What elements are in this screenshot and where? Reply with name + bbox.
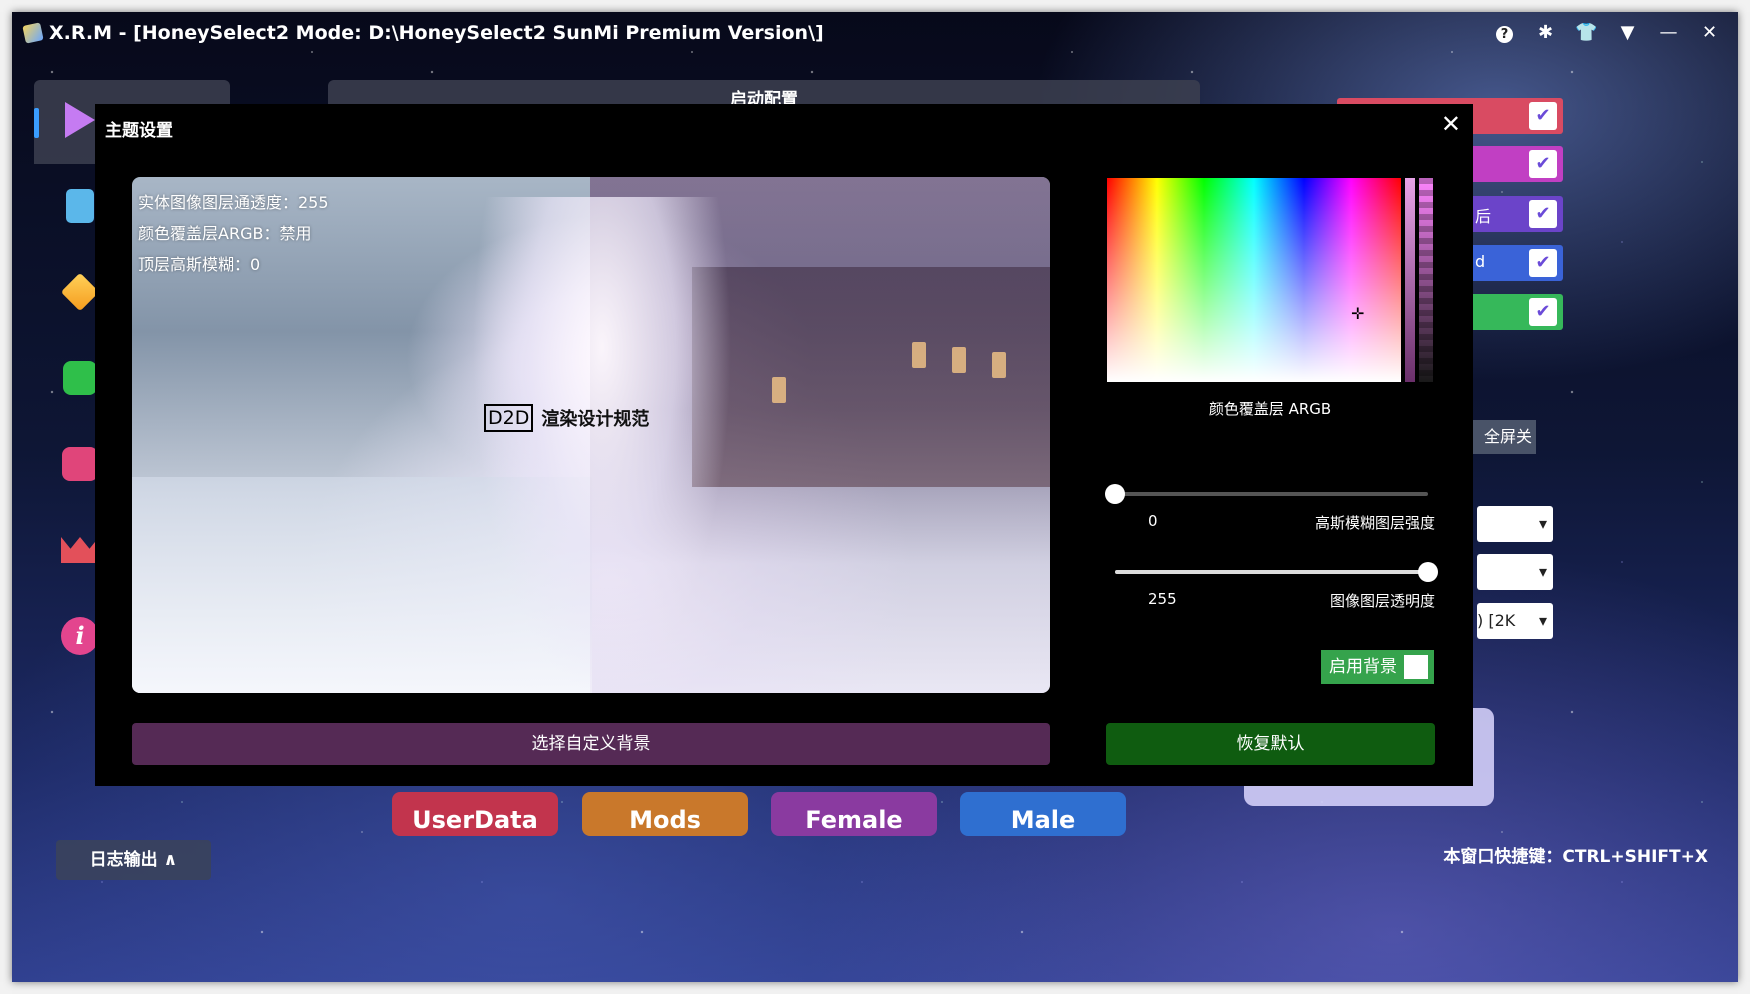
right-option-text: 后	[1475, 207, 1492, 226]
puzzle-icon	[63, 361, 97, 395]
game-cube-icon	[22, 22, 44, 44]
close-icon[interactable]: ✕	[1689, 12, 1730, 54]
log-output-button[interactable]: 日志输出 ∧	[56, 840, 211, 880]
window-title: X.R.M - [HoneySelect2 Mode: D:\HoneySele…	[49, 22, 824, 44]
slider-knob[interactable]	[1105, 484, 1125, 504]
check-icon[interactable]: ✔	[1529, 150, 1557, 178]
fullscreen-toggle[interactable]: 全屏关	[1470, 420, 1536, 454]
tab-userdata[interactable]: UserData	[392, 792, 558, 836]
restore-default-button[interactable]: 恢复默认	[1106, 723, 1435, 765]
window-controls: ? ✱ 👕 ▼ — ✕	[1484, 12, 1730, 54]
image-opacity-slider[interactable]	[1115, 562, 1438, 582]
dropdown-1[interactable]: ▾	[1477, 506, 1553, 542]
dropdown-arrow-icon[interactable]: ▼	[1607, 12, 1648, 54]
blur-value: 0	[1148, 512, 1158, 530]
shortcut-hint: 本窗口快捷键：CTRL+SHIFT+X	[1443, 847, 1708, 867]
fullscreen-label: 全屏关	[1483, 427, 1532, 446]
preview-line-argb: 颜色覆盖层ARGB：禁用	[138, 224, 312, 243]
toggle-switch[interactable]	[1404, 655, 1428, 679]
preview-line-blur: 顶层高斯模糊：0	[138, 255, 261, 274]
clipboard-icon	[66, 189, 94, 223]
preview-window-light	[772, 377, 786, 403]
package-cube-icon	[60, 272, 100, 312]
dropdown-arrow-icon: ▾	[1538, 514, 1547, 533]
background-preview: 实体图像图层通透度：255 颜色覆盖层ARGB：禁用 顶层高斯模糊：0 D2D …	[132, 177, 1050, 693]
tab-male-label: Male	[1010, 806, 1076, 834]
preview-window-light	[912, 342, 926, 368]
dropdown-resolution[interactable]: ) [2K ▾	[1477, 603, 1553, 639]
d2d-badge: D2D 渲染设计规范	[484, 404, 649, 432]
tab-female-label: Female	[805, 806, 903, 834]
alpha-slider-bar[interactable]	[1419, 178, 1433, 382]
opacity-label: 图像图层透明度	[1329, 592, 1435, 610]
preview-line-opacity: 实体图像图层通透度：255	[138, 193, 329, 212]
color-overlay-label: 颜色覆盖层 ARGB	[1208, 400, 1332, 418]
enable-background-toggle[interactable]: 启用背景	[1321, 650, 1434, 684]
tab-mods-label: Mods	[629, 806, 701, 834]
hue-alpha-bar[interactable]	[1405, 178, 1415, 382]
sidebar-active-marker	[34, 108, 39, 138]
color-spectrum-picker[interactable]: ✛	[1107, 178, 1401, 382]
help-glyph: ?	[1496, 26, 1513, 43]
check-icon[interactable]: ✔	[1529, 298, 1557, 326]
blur-label: 高斯模糊图层强度	[1314, 514, 1435, 532]
check-icon[interactable]: ✔	[1529, 249, 1557, 277]
dropdown-2[interactable]: ▾	[1477, 554, 1553, 590]
d2d-text: 渲染设计规范	[541, 409, 650, 430]
gaussian-blur-slider[interactable]	[1105, 484, 1428, 504]
play-icon	[65, 102, 95, 138]
select-custom-background-button[interactable]: 选择自定义背景	[132, 723, 1050, 765]
dialog-title: 主题设置	[105, 121, 173, 141]
main-window: X.R.M - [HoneySelect2 Mode: D:\HoneySele…	[12, 12, 1738, 982]
settings-gear-icon[interactable]: ✱	[1525, 12, 1566, 54]
check-icon[interactable]: ✔	[1529, 102, 1557, 130]
preview-window-light	[952, 347, 966, 373]
trend-chart-icon	[62, 447, 98, 481]
enable-background-label: 启用背景	[1329, 657, 1397, 677]
check-icon[interactable]: ✔	[1529, 200, 1557, 228]
minimize-icon[interactable]: —	[1648, 12, 1689, 54]
dropdown-arrow-icon: ▾	[1538, 611, 1547, 630]
d2d-tag: D2D	[484, 404, 534, 432]
right-option-text: d	[1475, 252, 1486, 271]
dropdown-value: ) [2K	[1477, 611, 1516, 630]
title-bar[interactable]: X.R.M - [HoneySelect2 Mode: D:\HoneySele…	[12, 12, 1738, 54]
tab-mods[interactable]: Mods	[582, 792, 748, 836]
slider-fill	[1115, 570, 1428, 574]
theme-settings-dialog: 主题设置 ✕ 实体图像图层通透度：255 颜色覆盖层ARGB：禁用 顶层高斯模糊…	[95, 104, 1473, 786]
dropdown-arrow-icon: ▾	[1538, 562, 1547, 581]
crown-icon	[61, 537, 99, 563]
skin-shirt-icon[interactable]: 👕	[1566, 12, 1607, 54]
slider-knob[interactable]	[1418, 562, 1438, 582]
crosshair-icon: ✛	[1351, 304, 1365, 323]
tab-female[interactable]: Female	[771, 792, 937, 836]
help-icon[interactable]: ?	[1484, 12, 1525, 54]
opacity-value: 255	[1148, 590, 1177, 608]
preview-window-light	[992, 352, 1006, 378]
tab-userdata-label: UserData	[412, 806, 538, 834]
close-icon[interactable]: ✕	[1441, 110, 1461, 138]
info-icon: i	[61, 617, 99, 655]
tab-male[interactable]: Male	[960, 792, 1126, 836]
preview-figure	[472, 197, 732, 693]
